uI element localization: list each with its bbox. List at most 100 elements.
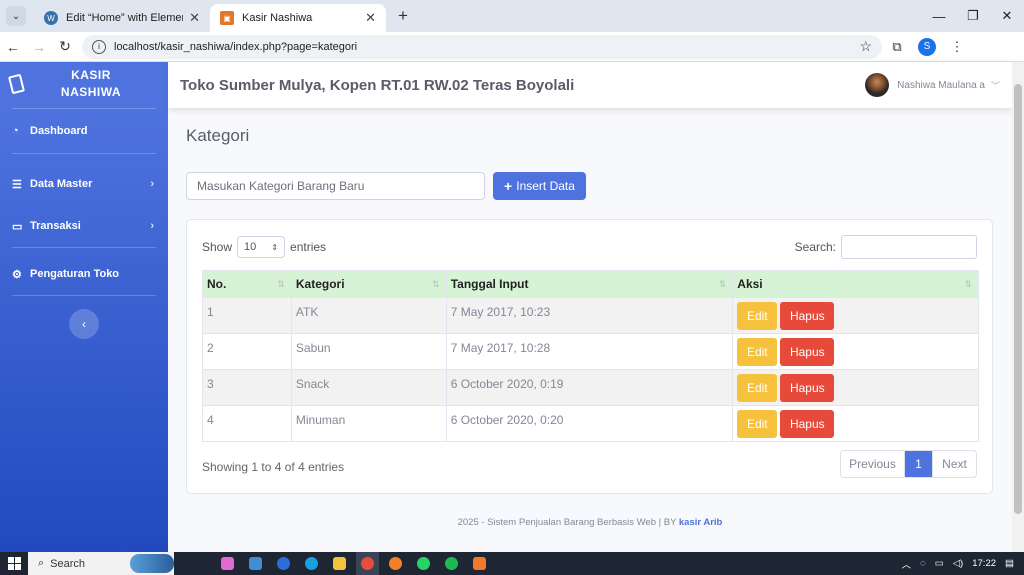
tab-close-icon[interactable]: ✕ <box>189 10 200 26</box>
cell-tanggal: 6 October 2020, 0:20 <box>445 405 734 442</box>
table-search: Search: <box>795 235 977 259</box>
cell-no: 4 <box>202 405 292 442</box>
hapus-button[interactable]: Hapus <box>780 373 835 402</box>
footer: 2025 - Sistem Penjualan Barang Berbasis … <box>168 517 1012 528</box>
sidebar-item-data-master[interactable]: ☰ Data Master › <box>0 163 168 205</box>
cell-no: 3 <box>202 369 292 406</box>
photos-icon[interactable] <box>244 552 267 575</box>
brand-icon <box>8 73 25 95</box>
copilot-icon[interactable] <box>216 552 239 575</box>
header-label: No. <box>207 277 227 291</box>
column-header-aksi[interactable]: Aksi ⇅ <box>732 270 979 298</box>
sidebar-item-label: Data Master <box>30 178 93 190</box>
table-row: 1 ATK 7 May 2017, 10:23 Edit Hapus <box>202 297 979 334</box>
edit-button[interactable]: Edit <box>737 301 778 330</box>
cell-aksi: Edit Hapus <box>732 297 979 334</box>
browser-toolbar: ← → ↻ i localhost/kasir_nashiwa/index.ph… <box>0 32 1024 62</box>
restore-icon[interactable]: ❐ <box>956 0 990 32</box>
address-bar[interactable]: i localhost/kasir_nashiwa/index.php?page… <box>82 34 882 59</box>
network-icon[interactable]: ◌ <box>920 558 926 569</box>
header-label: Tanggal Input <box>450 277 529 291</box>
cell-kategori: Snack <box>290 369 447 406</box>
clock[interactable]: 17:22 <box>972 558 996 569</box>
hapus-button[interactable]: Hapus <box>780 301 835 330</box>
footer-brand-link[interactable]: kasir Arib <box>679 517 722 528</box>
category-table-card: Show 10 ⇕ entries Search: No. ⇅ Kategori ⇅… <box>186 219 993 494</box>
next-button[interactable]: Next <box>932 451 976 477</box>
edge-icon[interactable] <box>300 552 323 575</box>
chevron-left-icon: ‹ <box>82 317 86 331</box>
tab-close-icon[interactable]: ✕ <box>365 10 376 26</box>
sidebar-item-transaksi[interactable]: ▭ Transaksi › <box>0 205 168 247</box>
minimize-icon[interactable]: — <box>922 0 956 32</box>
previous-button[interactable]: Previous <box>841 451 905 477</box>
tab-search-button[interactable]: ⌄ <box>6 6 26 26</box>
tray-chevron-up-icon[interactable]: ︿ <box>902 557 912 571</box>
forward-icon[interactable]: → <box>26 39 52 55</box>
reload-icon[interactable]: ↻ <box>52 38 78 55</box>
whatsapp-icon[interactable] <box>412 552 435 575</box>
sidebar-item-dashboard[interactable]: ◔ Dashboard <box>0 109 168 153</box>
sidebar-toggle-button[interactable]: ‹ <box>69 309 99 339</box>
table-header-row: No. ⇅ Kategori ⇅ Tanggal Input ⇅ Aksi ⇅ <box>202 270 979 298</box>
spotify-icon[interactable] <box>440 552 463 575</box>
page-scrollbar[interactable] <box>1012 62 1024 552</box>
volume-icon[interactable]: ◁) <box>953 558 963 569</box>
sidebar-item-label: Transaksi <box>30 220 81 232</box>
notification-icon[interactable]: ▤ <box>1005 558 1014 569</box>
extensions-icon[interactable]: ⧉ <box>882 39 912 55</box>
file-explorer-icon[interactable] <box>328 552 351 575</box>
close-window-icon[interactable]: ✕ <box>990 0 1024 32</box>
page-length-select[interactable]: 10 ⇕ <box>237 236 286 258</box>
browser-tab-strip: ⌄ W Edit “Home” with Elementor ✕ ▣ Kasir… <box>0 0 1024 32</box>
firefox-icon[interactable] <box>384 552 407 575</box>
brand-name: KASIR NASHIWA <box>39 67 143 101</box>
battery-icon[interactable]: ▭ <box>935 558 944 569</box>
select-arrows-icon: ⇕ <box>271 242 279 252</box>
sidebar-divider <box>12 295 156 296</box>
new-tab-icon[interactable]: + <box>398 6 408 26</box>
chrome-profile-icon[interactable] <box>272 552 295 575</box>
xampp-icon[interactable] <box>468 552 491 575</box>
edit-button[interactable]: Edit <box>737 337 778 366</box>
brand-line-1: KASIR <box>71 68 111 82</box>
taskbar-search[interactable]: ⌕ Search <box>28 552 174 575</box>
tab-elementor[interactable]: W Edit “Home” with Elementor ✕ <box>34 4 210 32</box>
cell-aksi: Edit Hapus <box>732 405 979 442</box>
cell-no: 2 <box>202 333 292 370</box>
entries-label: entries <box>290 240 327 254</box>
table-row: 4 Minuman 6 October 2020, 0:20 Edit Hapus <box>202 405 979 442</box>
hapus-button[interactable]: Hapus <box>780 337 835 366</box>
insert-data-button[interactable]: + Insert Data <box>493 172 586 200</box>
category-input[interactable] <box>186 172 485 200</box>
site-info-icon[interactable]: i <box>92 39 106 54</box>
search-icon: ⌕ <box>38 557 45 569</box>
scrollbar-thumb[interactable] <box>1014 84 1022 514</box>
browser-menu-icon[interactable]: ⋮ <box>942 39 972 55</box>
table-row: 2 Sabun 7 May 2017, 10:28 Edit Hapus <box>202 333 979 370</box>
length-control: Show 10 ⇕ entries <box>202 236 326 258</box>
tab-kasir-nashiwa[interactable]: ▣ Kasir Nashiwa ✕ <box>210 4 386 32</box>
column-header-kategori[interactable]: Kategori ⇅ <box>290 270 447 298</box>
column-header-tanggal-input[interactable]: Tanggal Input ⇅ <box>445 270 734 298</box>
chrome-icon[interactable] <box>356 552 379 575</box>
column-header-no[interactable]: No. ⇅ <box>202 270 292 298</box>
edit-button[interactable]: Edit <box>737 409 778 438</box>
sidebar-brand[interactable]: KASIR NASHIWA <box>0 62 168 106</box>
profile-avatar[interactable]: S <box>918 37 936 56</box>
bookmark-star-icon[interactable]: ☆ <box>859 38 872 55</box>
edit-button[interactable]: Edit <box>737 373 778 402</box>
sidebar-item-pengaturan-toko[interactable]: ⚙ Pengaturan Toko <box>0 253 168 295</box>
user-avatar[interactable] <box>865 73 890 97</box>
search-input[interactable] <box>841 235 977 259</box>
chevron-right-icon: › <box>150 220 154 232</box>
user-name[interactable]: Nashiwa Maulana a <box>897 80 985 91</box>
chevron-down-icon[interactable]: ﹀ <box>991 79 1000 92</box>
windows-start-icon[interactable] <box>0 552 28 575</box>
page-1-button[interactable]: 1 <box>905 451 932 477</box>
back-icon[interactable]: ← <box>0 39 26 55</box>
footer-text: 2025 - Sistem Penjualan Barang Berbasis … <box>457 517 679 528</box>
hapus-button[interactable]: Hapus <box>780 409 835 438</box>
sort-icon: ⇅ <box>277 279 285 289</box>
taskbar: ⌕ Search ︿ ◌ ▭ ◁) 17:22 ▤ <box>0 552 1024 575</box>
